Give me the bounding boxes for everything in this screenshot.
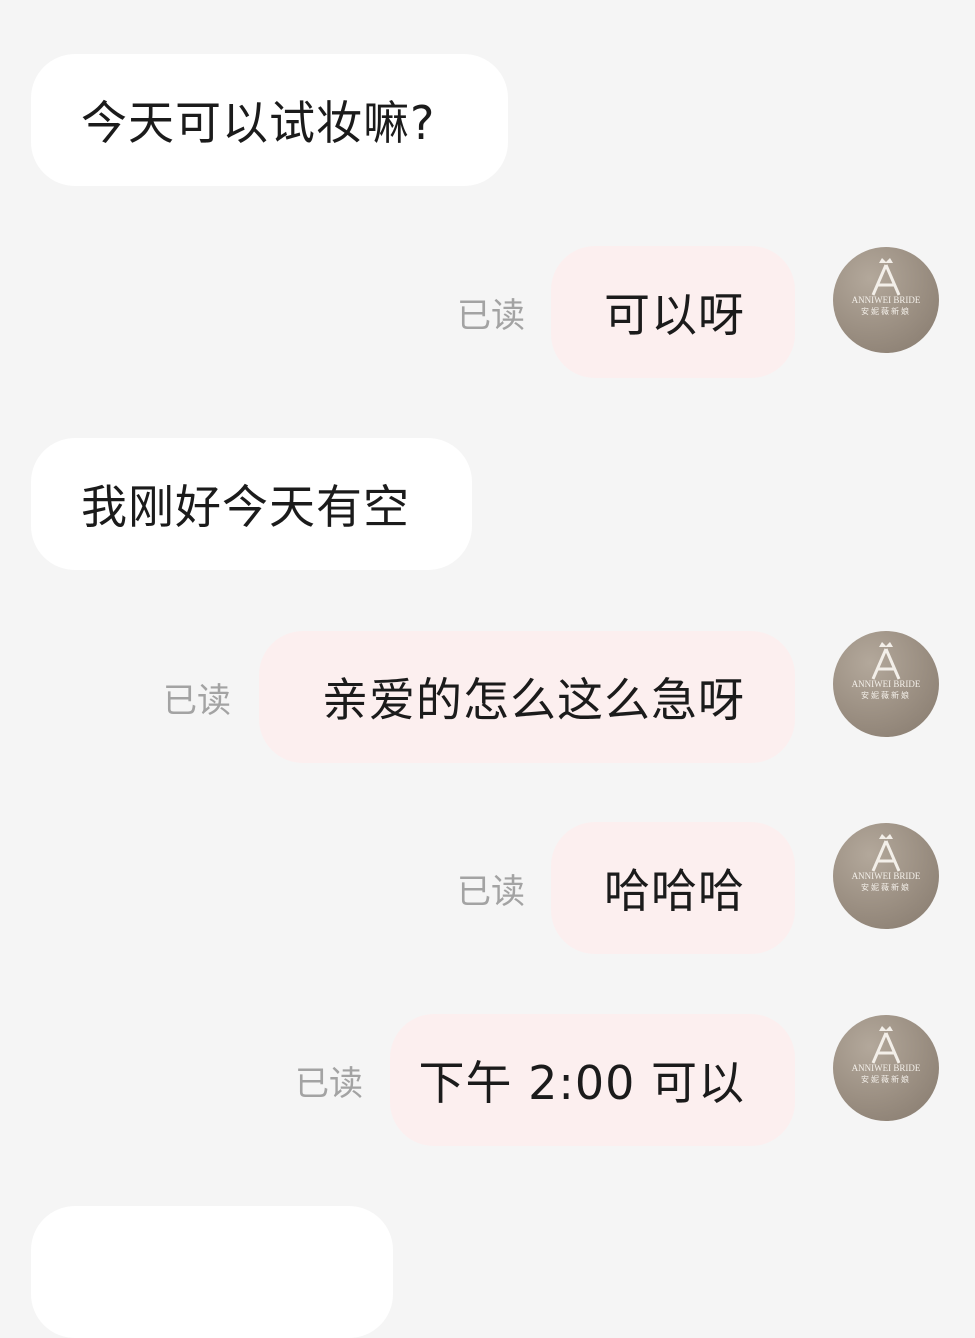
avatar-brand-cn-text: 安妮薇新娘 <box>861 690 911 700</box>
brand-logo-icon: ANNIWEI BRIDE 安妮薇新娘 <box>852 834 921 892</box>
read-status: 已读 <box>163 680 231 721</box>
avatar[interactable]: ANNIWEI BRIDE 安妮薇新娘 <box>833 247 939 353</box>
avatar-brand-cn-text: 安妮薇新娘 <box>861 1074 911 1084</box>
avatar-brand-text: ANNIWEI BRIDE <box>852 679 921 689</box>
brand-logo-icon: ANNIWEI BRIDE 安妮薇新娘 <box>852 1026 921 1084</box>
avatar-brand-text: ANNIWEI BRIDE <box>852 1063 921 1073</box>
outgoing-message-bubble[interactable]: 亲爱的怎么这么急呀 <box>259 631 795 763</box>
message-text: 今天可以试妆嘛? <box>81 96 436 150</box>
read-status: 已读 <box>457 295 525 336</box>
outgoing-message-bubble[interactable]: 下午 2:00 可以 <box>390 1014 795 1146</box>
read-status: 已读 <box>295 1063 363 1104</box>
brand-logo-icon: ANNIWEI BRIDE 安妮薇新娘 <box>852 258 921 316</box>
message-text: 亲爱的怎么这么急呀 <box>322 673 745 727</box>
avatar[interactable]: ANNIWEI BRIDE 安妮薇新娘 <box>833 823 939 929</box>
outgoing-message-bubble[interactable]: 哈哈哈 <box>551 822 795 954</box>
incoming-message-bubble[interactable]: 我刚好今天有空 <box>31 438 472 570</box>
message-text: 哈哈哈 <box>604 864 745 918</box>
avatar-brand-text: ANNIWEI BRIDE <box>852 871 921 881</box>
message-text: 可以呀 <box>604 288 745 342</box>
avatar[interactable]: ANNIWEI BRIDE 安妮薇新娘 <box>833 631 939 737</box>
read-status: 已读 <box>457 871 525 912</box>
message-text: 下午 2:00 可以 <box>418 1056 745 1110</box>
avatar-brand-cn-text: 安妮薇新娘 <box>861 306 911 316</box>
message-text: 我刚好今天有空 <box>81 480 410 534</box>
incoming-message-bubble-partial[interactable] <box>31 1206 393 1338</box>
incoming-message-bubble[interactable]: 今天可以试妆嘛? <box>31 54 508 186</box>
outgoing-message-bubble[interactable]: 可以呀 <box>551 246 795 378</box>
avatar-brand-text: ANNIWEI BRIDE <box>852 295 921 305</box>
avatar-brand-cn-text: 安妮薇新娘 <box>861 882 911 892</box>
avatar[interactable]: ANNIWEI BRIDE 安妮薇新娘 <box>833 1015 939 1121</box>
brand-logo-icon: ANNIWEI BRIDE 安妮薇新娘 <box>852 642 921 700</box>
